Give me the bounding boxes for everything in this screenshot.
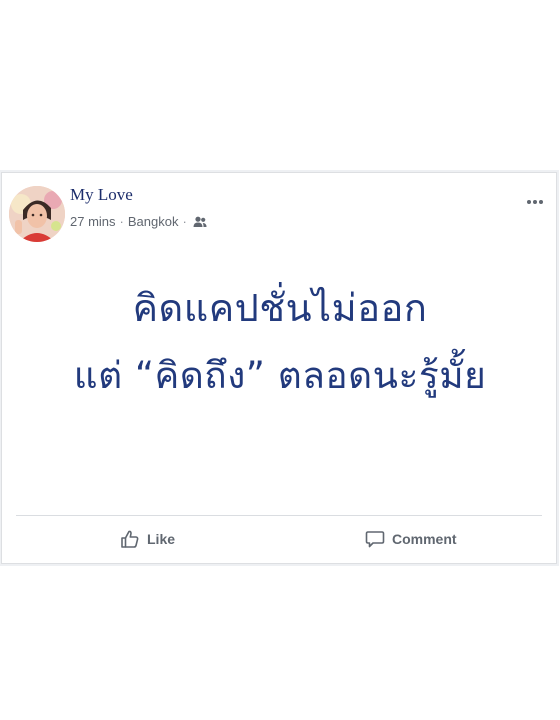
more-horizontal-icon [527,200,543,204]
thumbs-up-icon [121,530,139,548]
more-options-button[interactable] [526,193,544,204]
friends-icon[interactable] [193,216,207,228]
comment-bubble-icon [365,531,385,548]
author-name[interactable]: My Love [70,185,133,205]
post-text-line-2: แต่ “คิดถึง” ตลอดนะรู้มั้ย [73,354,487,397]
post-text: คิดแคปชั่นไม่ออก แต่ “คิดถึง” ตลอดนะรู้ม… [2,283,558,401]
post-location[interactable]: Bangkok [128,214,179,229]
meta-separator: · [182,214,187,229]
avatar[interactable] [9,186,65,242]
meta-separator: · [119,214,124,229]
avatar-photo [9,186,65,242]
post-time[interactable]: 27 mins [70,214,116,229]
like-label: Like [147,531,176,547]
comment-button[interactable]: Comment [365,516,457,562]
like-button[interactable]: Like [120,516,175,562]
post-text-line-1: คิดแคปชั่นไม่ออก [132,286,428,330]
post-actions: Like Comment [2,516,556,562]
post-card: My Love 27 mins · Bangkok · คิดแคปชั่นไม… [1,172,557,564]
post-meta: 27 mins · Bangkok · [70,214,207,229]
comment-label: Comment [392,531,457,547]
